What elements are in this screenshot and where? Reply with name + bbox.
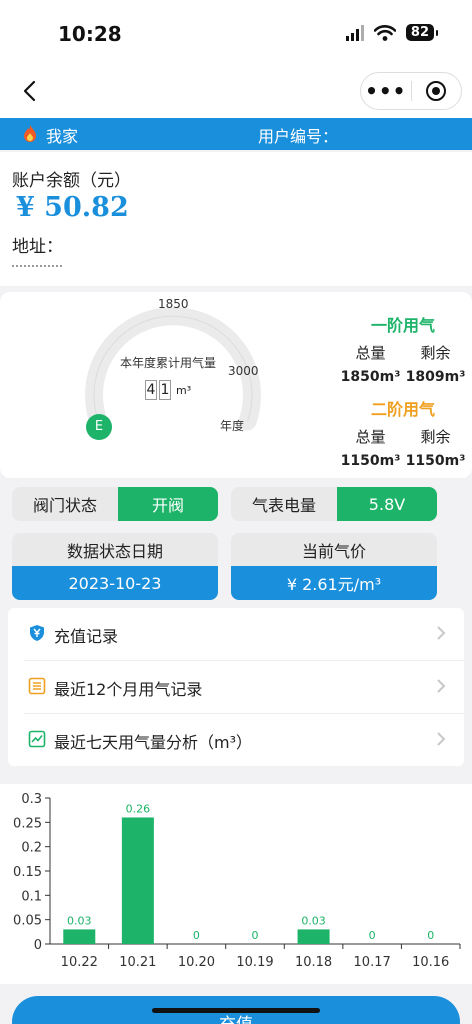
address-value <box>12 265 62 273</box>
list-icon <box>28 677 46 695</box>
data-date-value: 2023-10-23 <box>12 566 218 600</box>
x-tick-label: 10.20 <box>178 955 215 970</box>
gauge-year-label: 年度 <box>220 419 245 433</box>
home-name[interactable]: 我家 <box>46 123 78 147</box>
usage-digit: 1 <box>159 380 171 400</box>
balance-label: 账户余额（元） <box>12 171 131 191</box>
gauge-tick-mid: 1850 <box>158 297 189 311</box>
y-tick-label: 0.2 <box>21 841 42 856</box>
x-tick-label: 10.16 <box>412 955 449 970</box>
tier-1-remain: 1809m³ <box>405 369 466 385</box>
x-tick-label: 10.17 <box>354 955 391 970</box>
seven-day-usage-chart: 0 0.05 0.1 0.15 0.2 0.25 0.3 0.03 10.22 0.26 10.21… <box>13 792 461 970</box>
y-tick-label: 0.1 <box>21 889 42 904</box>
menu-list: 充值记录 最近12个月用气记录 最近七天用气量分析（m³） <box>8 608 464 766</box>
x-tick-label: 10.21 <box>119 955 156 970</box>
tier-1-total: 1850m³ <box>340 369 401 385</box>
gas-price-label: 当前气价 <box>231 533 437 566</box>
tier-2-total: 1150m³ <box>340 453 401 469</box>
bar-value-label: 0.26 <box>126 802 151 815</box>
bar <box>63 929 96 944</box>
balance-value: ¥ 50.82 <box>16 192 129 223</box>
y-tick-label: 0.15 <box>13 865 42 880</box>
miniapp-capsule: ••• <box>360 72 462 110</box>
chevron-right-icon <box>437 626 446 640</box>
menu-item-label: 最近12个月用气记录 <box>54 680 203 699</box>
valve-status: 阀门状态 开阀 <box>12 487 218 521</box>
gauge-start-marker: E <box>86 414 112 440</box>
usage-unit: m³ <box>176 384 192 397</box>
tier-1-block: 一阶用气 总量 剩余 1850m³ 1809m³ <box>338 312 468 385</box>
flame-icon <box>24 125 36 142</box>
chevron-right-icon <box>437 732 446 746</box>
nav-bar: ••• <box>0 70 472 118</box>
back-icon[interactable] <box>16 76 46 106</box>
y-tick-label: 0.05 <box>13 914 42 929</box>
cellular-signal-icon <box>345 24 364 41</box>
meter-power-value: 5.8V <box>337 487 437 521</box>
gas-price-box: 当前气价 ¥ 2.61元/m³ <box>231 533 437 600</box>
chevron-right-icon <box>437 679 446 693</box>
bar-value-label: 0.03 <box>67 914 92 927</box>
x-tick-label: 10.19 <box>236 955 273 970</box>
tier-1-title: 一阶用气 <box>370 316 435 335</box>
meter-power: 气表电量 5.8V <box>231 487 437 521</box>
data-date-label: 数据状态日期 <box>12 533 218 566</box>
valve-status-label: 阀门状态 <box>12 487 118 521</box>
gauge-tick-max: 3000 <box>228 364 259 378</box>
status-bar: 10:28 82 <box>0 0 472 70</box>
bar <box>297 929 330 944</box>
tier-2-block: 二阶用气 总量 剩余 1150m³ 1150m³ <box>338 396 468 469</box>
status-time: 10:28 <box>58 22 122 46</box>
account-panel: 账户余额（元） ¥ 50.82 地址： <box>0 152 472 286</box>
menu-item-7-day-analysis[interactable]: 最近七天用气量分析（m³） <box>8 714 464 766</box>
menu-item-label: 最近七天用气量分析（m³） <box>54 733 253 752</box>
more-icon[interactable]: ••• <box>361 81 411 101</box>
bar-value-label: 0 <box>252 929 259 942</box>
valve-status-value: 开阀 <box>118 487 218 521</box>
x-tick-label: 10.18 <box>295 955 332 970</box>
user-number-label: 用户编号： <box>258 127 339 146</box>
bar-value-label: 0 <box>369 929 376 942</box>
gauge-card: 1850 3000 年度 本年度累计用气量 4 1 m³ E 一阶用气 总量 剩余… <box>0 292 472 478</box>
usage-digit: 4 <box>145 380 157 400</box>
gas-price-value: ¥ 2.61元/m³ <box>231 566 437 600</box>
shield-yen-icon <box>30 625 44 641</box>
user-bar: 我家 用户编号： <box>0 118 472 150</box>
tier-1-total-label: 总量 <box>355 344 386 362</box>
line-chart-icon <box>28 730 46 748</box>
menu-item-12-month-records[interactable]: 最近12个月用气记录 <box>8 661 464 713</box>
x-tick-label: 10.22 <box>61 955 98 970</box>
y-tick-label: 0.3 <box>21 792 42 807</box>
usage-digits: 4 1 m³ <box>145 380 191 400</box>
bar <box>121 817 154 944</box>
battery-icon: 82 <box>405 24 439 41</box>
y-tick-label: 0 <box>34 938 42 953</box>
data-date-box: 数据状态日期 2023-10-23 <box>12 533 218 600</box>
tier-2-title: 二阶用气 <box>370 400 435 419</box>
bar-value-label: 0.03 <box>301 914 326 927</box>
gauge-title: 本年度累计用气量 <box>120 356 217 370</box>
status-icons: 82 <box>345 24 439 41</box>
menu-item-label: 充值记录 <box>54 627 119 646</box>
address-label: 地址： <box>12 237 63 257</box>
menu-item-recharge-records[interactable]: 充值记录 <box>8 608 464 660</box>
bar-value-label: 0 <box>427 929 434 942</box>
tier-2-remain: 1150m³ <box>405 453 466 469</box>
wifi-icon <box>373 24 396 41</box>
close-miniapp-icon[interactable] <box>411 81 461 101</box>
tier-2-total-label: 总量 <box>355 428 386 446</box>
usage-chart-card: 0 0.05 0.1 0.15 0.2 0.25 0.3 0.03 10.22 0.26 10.21… <box>0 784 472 984</box>
home-indicator <box>152 1008 320 1013</box>
tier-2-remain-label: 剩余 <box>420 428 451 446</box>
bar-value-label: 0 <box>193 929 200 942</box>
meter-power-label: 气表电量 <box>231 487 337 521</box>
tier-1-remain-label: 剩余 <box>420 344 451 362</box>
y-tick-label: 0.25 <box>13 816 42 831</box>
